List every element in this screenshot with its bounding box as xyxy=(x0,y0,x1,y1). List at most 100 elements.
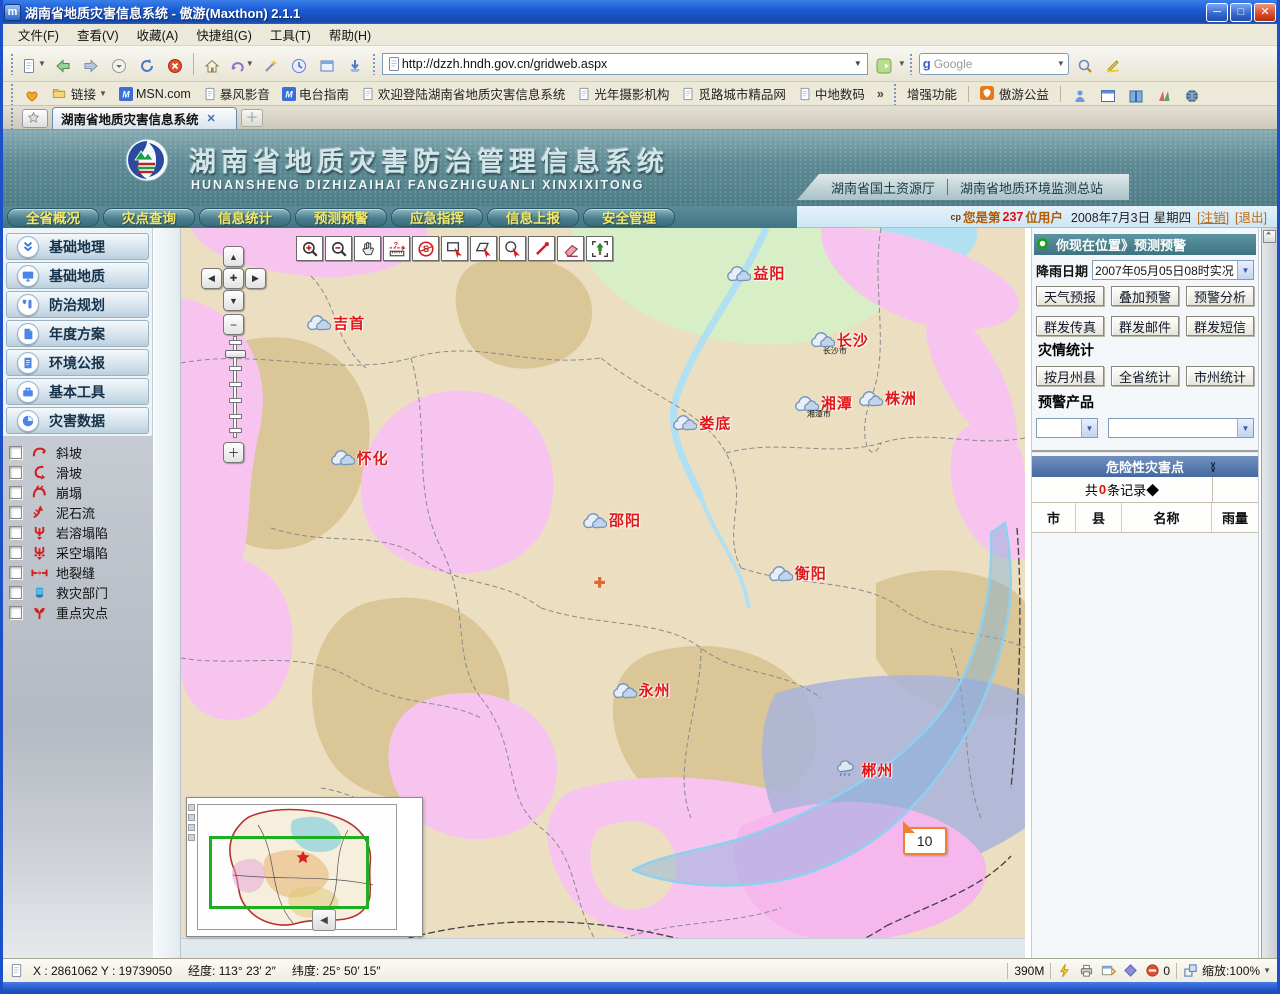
menu-item-1[interactable]: 查看(V) xyxy=(68,23,128,46)
tabbar-gripper[interactable] xyxy=(10,107,15,129)
hazard-table-header[interactable]: 危险性灾害点 ∨∨ xyxy=(1032,456,1258,477)
link-item-0[interactable]: MMSN.com xyxy=(119,87,191,101)
url-text[interactable]: http://dzzh.hndh.gov.cn/gridweb.aspx xyxy=(402,57,852,71)
sidebar-section-1[interactable]: 基础地质 xyxy=(6,262,149,289)
history-button[interactable] xyxy=(285,50,313,78)
home-button[interactable] xyxy=(198,50,226,78)
panel-button-row2-2[interactable]: 群发短信 xyxy=(1186,316,1254,336)
select-arrow-icon[interactable]: ▼ xyxy=(1237,261,1253,279)
search-placeholder[interactable]: Google xyxy=(934,57,1057,71)
back-button[interactable] xyxy=(49,50,77,78)
forward-button[interactable] xyxy=(77,50,105,78)
panel-button-row3-1[interactable]: 全省统计 xyxy=(1111,366,1179,386)
address-dropdown-icon[interactable]: ▼ xyxy=(852,59,864,68)
new-tab-button[interactable]: ＋ xyxy=(241,109,263,127)
go-button[interactable] xyxy=(870,50,898,78)
layer-checkbox[interactable] xyxy=(9,486,22,499)
new-window-button[interactable] xyxy=(1094,84,1122,104)
pan-up-button[interactable]: ▲ xyxy=(223,246,244,267)
history-dropdown-button[interactable] xyxy=(105,50,133,78)
search-button[interactable] xyxy=(1071,50,1099,78)
messenger-button[interactable] xyxy=(1066,84,1094,104)
select-circle-tool[interactable] xyxy=(499,236,526,261)
window-tiles-button[interactable] xyxy=(313,50,341,78)
new-page-button[interactable]: ▼ xyxy=(18,50,49,78)
close-button[interactable]: ✕ xyxy=(1254,3,1276,22)
link-item-2[interactable]: M电台指南 xyxy=(282,84,349,103)
maxthon-charity-link[interactable]: 傲游公益 xyxy=(980,84,1049,103)
minimize-button[interactable]: ─ xyxy=(1206,3,1228,22)
point-select-tool[interactable] xyxy=(528,236,555,261)
pan-tool[interactable] xyxy=(354,236,381,261)
highlight-button[interactable] xyxy=(1099,50,1127,78)
nav-tab-3[interactable]: 预测预警 xyxy=(295,208,387,227)
panel-button-row1-2[interactable]: 预警分析 xyxy=(1186,286,1254,306)
zoom-control[interactable]: 缩放:100% ▼ xyxy=(1183,962,1271,979)
pan-right-button[interactable]: ▶ xyxy=(245,268,266,289)
tab-active[interactable]: 湖南省地质灾害信息系统 ✕ xyxy=(52,107,237,129)
sidebar-section-3[interactable]: 年度方案 xyxy=(6,320,149,347)
overview-viewport-rect[interactable] xyxy=(209,836,369,909)
select-rect-tool[interactable] xyxy=(441,236,468,261)
layer-checkbox[interactable] xyxy=(9,586,22,599)
boost-icon[interactable] xyxy=(1057,963,1073,979)
strip-up-button[interactable] xyxy=(1263,230,1276,243)
zoom-in-button[interactable]: ＋ xyxy=(223,442,244,463)
menu-item-4[interactable]: 工具(T) xyxy=(261,23,320,46)
product-select-1[interactable]: ▼ xyxy=(1036,418,1098,438)
download-button[interactable] xyxy=(341,50,369,78)
logout-link[interactable]: [注销] xyxy=(1197,207,1229,226)
toolbar-gripper[interactable] xyxy=(10,53,15,75)
proxy-button[interactable] xyxy=(1178,84,1206,104)
panel-button-row1-0[interactable]: 天气预报 xyxy=(1036,286,1104,306)
skins-button[interactable] xyxy=(1150,84,1178,104)
maximize-button[interactable]: □ xyxy=(1230,3,1252,22)
linksbar-gripper[interactable] xyxy=(893,83,898,105)
layer-checkbox[interactable] xyxy=(9,606,22,619)
layer-checkbox[interactable] xyxy=(9,466,22,479)
panel-button-row1-1[interactable]: 叠加预警 xyxy=(1111,286,1179,306)
printer-icon[interactable] xyxy=(1079,963,1095,979)
link-item-4[interactable]: 光年摄影机构 xyxy=(577,84,669,103)
pan-left-button[interactable]: ◀ xyxy=(201,268,222,289)
new-window-icon[interactable] xyxy=(1101,963,1117,979)
magic-fill-button[interactable] xyxy=(257,50,285,78)
toolbar-gripper[interactable] xyxy=(372,53,377,75)
menu-item-2[interactable]: 收藏(A) xyxy=(128,23,188,46)
zoom-out-button[interactable]: − xyxy=(223,314,244,335)
sidebar-splitter[interactable] xyxy=(154,228,181,958)
nav-tab-4[interactable]: 应急指挥 xyxy=(391,208,483,227)
search-engine-dropdown-icon[interactable]: ▼ xyxy=(1057,59,1065,68)
nav-tab-5[interactable]: 信息上报 xyxy=(487,208,579,227)
map-flag-marker[interactable]: 10 xyxy=(903,827,947,855)
zoom-in-tool[interactable] xyxy=(296,236,323,261)
link-item-1[interactable]: 暴风影音 xyxy=(203,84,270,103)
undo-button[interactable]: ▼ xyxy=(226,50,257,78)
link-item-5[interactable]: 觅路城市精品网 xyxy=(681,84,786,103)
notes-button[interactable] xyxy=(1122,84,1150,104)
links-overflow-button[interactable]: » xyxy=(877,87,884,101)
sidebar-section-6[interactable]: 灾害数据 xyxy=(6,407,149,434)
collapse-chevrons-icon[interactable]: ∨∨ xyxy=(1210,462,1216,472)
side-panel-strip[interactable] xyxy=(1261,228,1277,958)
overview-tool-strip[interactable] xyxy=(188,804,196,841)
zoom-slider-thumb[interactable] xyxy=(225,350,246,358)
favorites-star-button[interactable] xyxy=(22,109,48,128)
link-item-3[interactable]: 欢迎登陆湖南省地质灾害信息系统 xyxy=(361,84,566,103)
search-box[interactable]: g Google ▼ xyxy=(919,53,1069,75)
measure-tool[interactable]: ? xyxy=(383,236,410,261)
go-dropdown-icon[interactable]: ▼ xyxy=(898,59,906,68)
menu-item-5[interactable]: 帮助(H) xyxy=(320,23,380,46)
zoom-out-tool[interactable] xyxy=(325,236,352,261)
select-arrow-icon[interactable]: ▼ xyxy=(1237,419,1253,437)
refresh-button[interactable] xyxy=(133,50,161,78)
rain-date-select[interactable]: 2007年05月05日08时实况 ▼ xyxy=(1092,260,1254,280)
layer-checkbox[interactable] xyxy=(9,566,22,579)
stop-button[interactable] xyxy=(161,50,189,78)
menu-item-0[interactable]: 文件(F) xyxy=(9,23,68,46)
eraser-tool[interactable] xyxy=(557,236,584,261)
overview-collapse-button[interactable]: ◀ xyxy=(312,909,336,931)
sidebar-section-4[interactable]: 环境公报 xyxy=(6,349,149,376)
product-select-2[interactable]: ▼ xyxy=(1108,418,1254,438)
exit-link[interactable]: [退出] xyxy=(1235,207,1267,226)
